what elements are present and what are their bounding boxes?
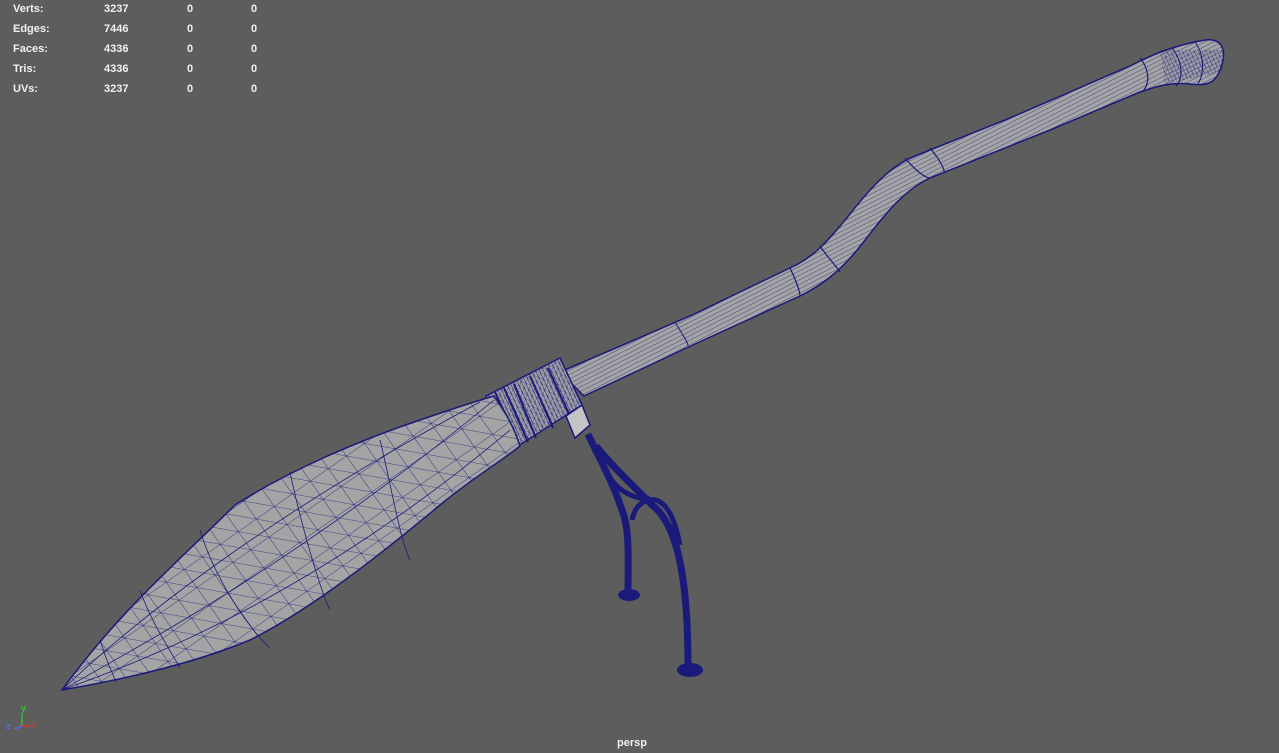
axis-z-label: z (6, 721, 11, 731)
hud-value: 0 (187, 3, 194, 15)
viewport-3d[interactable]: Verts: 3237 0 0 Edges: 7446 0 0 Faces: 4336 0 0 Tris… (0, 0, 1279, 753)
hud-row: Edges: 7446 0 0 (13, 22, 273, 42)
hud-value: 0 (251, 83, 258, 95)
hud-value: 0 (187, 23, 194, 35)
hud-value: 0 (251, 23, 258, 35)
hud-label: UVs: (13, 83, 39, 95)
hud-value: 4336 (104, 43, 129, 55)
hud-value: 0 (187, 43, 194, 55)
hud-value: 3237 (104, 3, 129, 15)
camera-name-label: persp (617, 737, 647, 749)
axis-gizmo: y z x (4, 704, 38, 734)
hud-row: Verts: 3237 0 0 (13, 2, 273, 22)
axis-y-label: y (21, 703, 27, 713)
hud-row: Tris: 4336 0 0 (13, 62, 273, 82)
hud-value: 0 (187, 63, 194, 75)
hud-label: Tris: (13, 63, 37, 75)
hud-row: Faces: 4336 0 0 (13, 42, 273, 62)
hud-label: Edges: (13, 23, 50, 35)
hud-label: Faces: (13, 43, 48, 55)
hud-value: 0 (251, 63, 258, 75)
poly-count-hud: Verts: 3237 0 0 Edges: 7446 0 0 Faces: 4336 0 0 Tris… (13, 2, 273, 102)
hud-value: 0 (187, 83, 194, 95)
broom-bristles (60, 395, 521, 692)
hud-value: 4336 (104, 63, 129, 75)
broom-shaft (558, 39, 1225, 397)
axis-x-label: x (30, 720, 36, 730)
hud-label: Verts: (13, 3, 44, 15)
footrest-wire (584, 432, 703, 677)
hud-value: 3237 (104, 83, 129, 95)
broom-wireframe-model[interactable] (0, 0, 1279, 753)
hud-row: UVs: 3237 0 0 (13, 82, 273, 102)
hud-value: 0 (251, 43, 258, 55)
hud-value: 7446 (104, 23, 129, 35)
hud-value: 0 (251, 3, 258, 15)
